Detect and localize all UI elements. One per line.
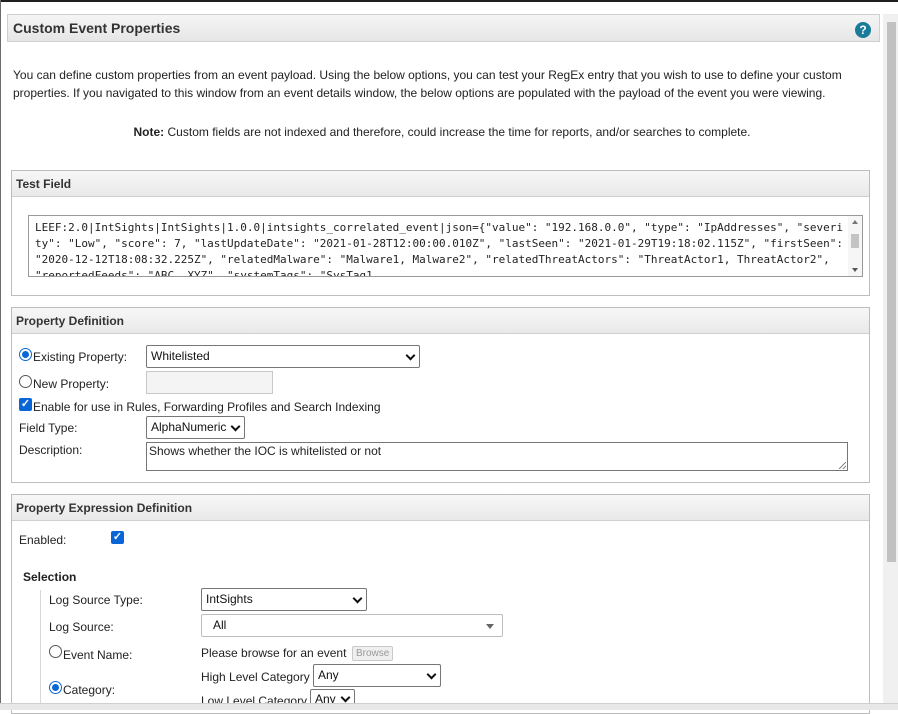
new-property-radio[interactable] <box>19 375 32 388</box>
event-name-label: Event Name: <box>63 648 133 662</box>
dropdown-arrow-icon <box>486 624 494 629</box>
log-source-combobox[interactable]: All <box>201 614 503 637</box>
enable-indexing-checkbox[interactable]: ✓ <box>19 398 32 411</box>
high-level-category-value: Any <box>318 668 339 682</box>
chevron-down-icon <box>352 593 363 604</box>
description-value: Shows whether the IOC is whitelisted or … <box>149 444 382 458</box>
event-name-hint: Please browse for an event <box>201 646 347 660</box>
page-scroll-thumb[interactable] <box>887 22 896 562</box>
window-left-border <box>0 0 1 710</box>
existing-property-value: Whitelisted <box>151 349 210 363</box>
field-type-value: AlphaNumeric <box>151 420 227 434</box>
help-icon[interactable]: ? <box>855 22 871 38</box>
note-body: Custom fields are not indexed and theref… <box>167 125 751 139</box>
browse-button[interactable]: Browse <box>352 646 394 661</box>
scroll-thumb[interactable] <box>851 234 859 248</box>
existing-property-select[interactable]: Whitelisted <box>146 345 420 368</box>
resize-handle-icon[interactable] <box>839 462 846 469</box>
property-definition-title: Property Definition <box>12 308 869 334</box>
enabled-label: Enabled: <box>19 533 67 547</box>
existing-property-label: Existing Property: <box>33 350 128 364</box>
selection-indent-line <box>40 590 41 703</box>
field-type-label: Field Type: <box>19 421 78 435</box>
log-source-value: All <box>213 618 227 632</box>
scroll-up-icon[interactable] <box>852 220 858 224</box>
enabled-checkbox[interactable]: ✓ <box>111 531 124 544</box>
event-name-radio[interactable] <box>49 645 62 658</box>
field-type-select[interactable]: AlphaNumeric <box>146 416 245 439</box>
expression-definition-title: Property Expression Definition <box>12 495 869 521</box>
note-label: Note: <box>133 125 165 139</box>
chevron-down-icon <box>405 350 416 361</box>
chevron-down-icon <box>230 421 241 432</box>
log-source-type-select[interactable]: IntSights <box>201 588 367 611</box>
window-bottom-edge <box>0 703 898 710</box>
new-property-input[interactable] <box>146 371 273 394</box>
enable-indexing-label: Enable for use in Rules, Forwarding Prof… <box>33 400 381 414</box>
intro-text: You can define custom properties from an… <box>13 68 842 100</box>
page-header: Custom Event Properties ? <box>7 14 880 42</box>
log-source-label: Log Source: <box>49 620 114 634</box>
payload-textarea[interactable]: LEEF:2.0|IntSights|IntSights|1.0.0|intsi… <box>28 215 850 277</box>
chevron-down-icon <box>426 669 437 680</box>
existing-property-radio[interactable] <box>19 348 32 361</box>
window-top-border <box>0 0 898 2</box>
description-textarea[interactable]: Shows whether the IOC is whitelisted or … <box>146 442 848 471</box>
category-label: Category: <box>63 683 116 697</box>
chevron-down-icon <box>340 692 351 703</box>
description-label: Description: <box>19 443 83 457</box>
test-field-title: Test Field <box>12 171 869 197</box>
log-source-type-label: Log Source Type: <box>49 593 143 607</box>
category-radio[interactable] <box>49 681 62 694</box>
selection-heading: Selection <box>23 570 77 584</box>
new-property-label: New Property: <box>33 377 110 391</box>
page-title: Custom Event Properties <box>13 20 181 36</box>
scroll-down-icon[interactable] <box>852 268 858 272</box>
high-level-category-select[interactable]: Any <box>313 664 441 687</box>
note-text: Note: Custom fields are not indexed and … <box>0 125 884 139</box>
test-field-panel: Test Field LEEF:2.0|IntSights|IntSights|… <box>11 170 870 296</box>
log-source-type-value: IntSights <box>206 592 253 606</box>
payload-scrollbar[interactable] <box>848 215 863 277</box>
high-level-category-label: High Level Category <box>201 670 310 684</box>
